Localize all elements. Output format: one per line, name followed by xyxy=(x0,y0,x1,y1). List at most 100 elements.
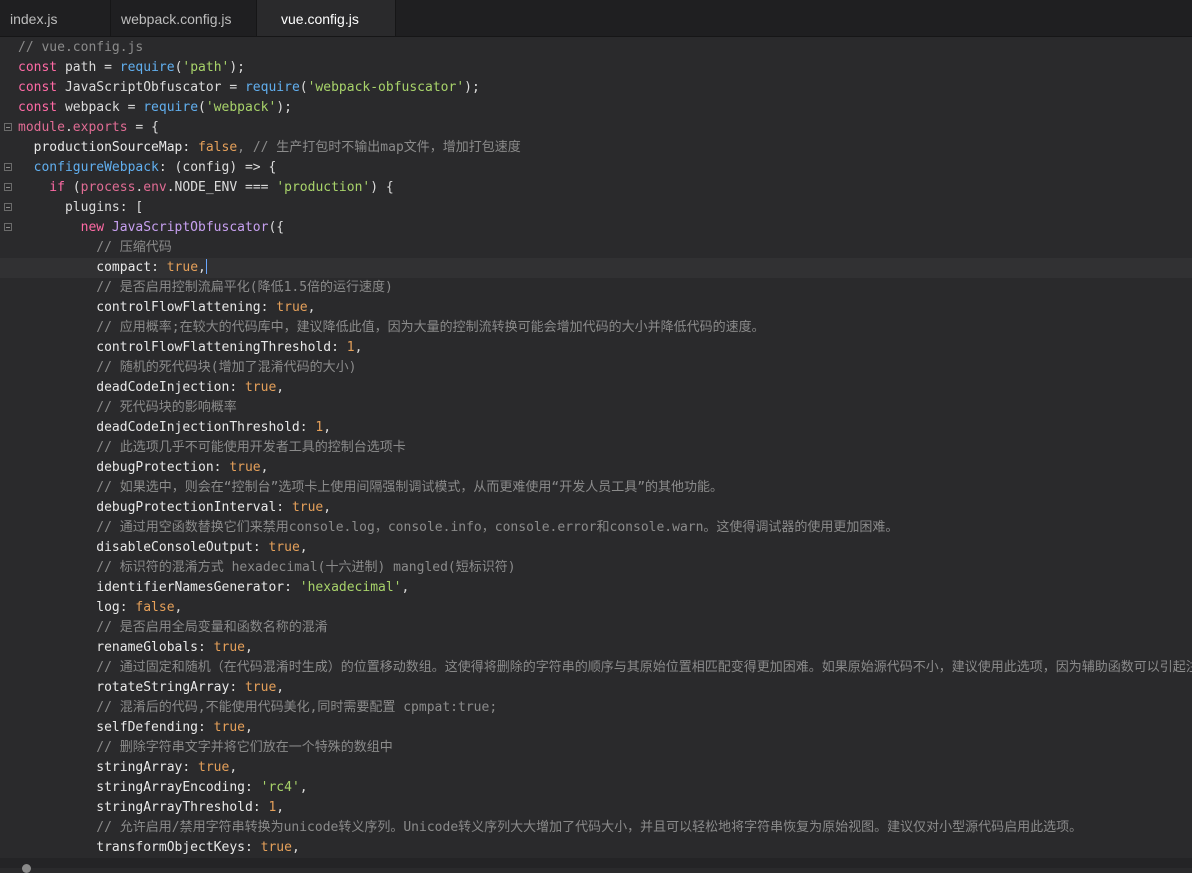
keyword: exports xyxy=(72,120,128,135)
code-line: deadCodeInjectionThreshold: 1, xyxy=(0,418,1192,438)
fold-toggle-icon[interactable] xyxy=(4,203,12,211)
tab-bar: index.js webpack.config.js vue.config.js xyxy=(0,0,1192,37)
keyword: const xyxy=(18,100,58,115)
code-editor[interactable]: // vue.config.js const path = require('p… xyxy=(0,38,1192,868)
code-text: : xyxy=(229,380,245,395)
code-text: , xyxy=(299,540,308,555)
comment: // 如果选中，则会在“控制台”选项卡上使用间隔强制调试模式，从而更难使用“开发… xyxy=(18,480,724,495)
code-text: : xyxy=(331,340,347,355)
code-line: deadCodeInjection: true, xyxy=(0,378,1192,398)
comment: // vue.config.js xyxy=(18,40,144,55)
keyword: env xyxy=(143,180,167,195)
code-text: : xyxy=(284,580,300,595)
code-text: : xyxy=(213,460,230,475)
code-line: selfDefending: true, xyxy=(0,718,1192,738)
string-literal: 'webpack' xyxy=(205,100,277,115)
property-name: configureWebpack xyxy=(18,160,159,175)
code-line: controlFlowFlatteningThreshold: 1, xyxy=(0,338,1192,358)
code-text: . xyxy=(64,120,73,135)
property-name: transformObjectKeys xyxy=(18,840,245,855)
comment: // 混淆后的代码,不能使用代码美化,同时需要配置 cpmpat:true; xyxy=(18,700,498,715)
code-text: , xyxy=(174,600,183,615)
code-text: ) { xyxy=(370,180,394,195)
code-line: const path = require('path'); xyxy=(18,60,246,75)
code-text: : xyxy=(229,680,245,695)
boolean-literal: true xyxy=(291,500,324,515)
code-text: : xyxy=(276,500,292,515)
code-text: , xyxy=(307,300,316,315)
boolean-literal: true xyxy=(229,460,261,475)
code-text: : xyxy=(299,420,316,435)
code-line: plugins: [ xyxy=(0,198,1192,218)
comment: // 通过固定和随机（在代码混淆时生成）的位置移动数组。这使得将删除的字符串的顺… xyxy=(18,660,1192,675)
code-line: // 此选项几乎不可能使用开发者工具的控制台选项卡 xyxy=(0,438,1192,458)
comment: // 应用概率;在较大的代码库中，建议降低此值，因为大量的控制流转换可能会增加代… xyxy=(18,320,765,335)
code-line: // 删除字符串文字并将它们放在一个特殊的数组中 xyxy=(0,738,1192,758)
text-cursor xyxy=(205,259,207,274)
tab-webpack-config-js[interactable]: webpack.config.js xyxy=(111,0,257,36)
code-line: // 是否启用控制流扁平化(降低1.5倍的运行速度) xyxy=(0,278,1192,298)
code-line: // 如果选中，则会在“控制台”选项卡上使用间隔强制调试模式，从而更难使用“开发… xyxy=(0,478,1192,498)
code-text: , xyxy=(244,640,253,655)
code-line: identifierNamesGenerator: 'hexadecimal', xyxy=(0,578,1192,598)
code-text: : xyxy=(182,140,199,155)
fold-toggle-icon[interactable] xyxy=(4,163,12,171)
code-text: , xyxy=(198,260,206,275)
status-indicator-icon xyxy=(22,864,31,873)
boolean-literal: false xyxy=(198,140,238,155)
code-line-current: compact: true, xyxy=(0,258,1192,278)
code-text: : xyxy=(198,640,214,655)
code-text: : (config) => { xyxy=(158,160,277,175)
boolean-literal: true xyxy=(244,380,277,395)
code-line: transformObjectKeys: true, xyxy=(0,838,1192,858)
tab-index-js[interactable]: index.js xyxy=(0,0,111,36)
code-text: : xyxy=(119,600,136,615)
string-literal: 'path' xyxy=(182,60,230,75)
property-name: selfDefending xyxy=(18,720,199,735)
code-text: : xyxy=(252,540,269,555)
code-line: // 通过固定和随机（在代码混淆时生成）的位置移动数组。这使得将删除的字符串的顺… xyxy=(0,658,1192,678)
tab-vue-config-js[interactable]: vue.config.js xyxy=(257,0,396,36)
code-line: // 压缩代码 xyxy=(0,238,1192,258)
property-name: debugProtection xyxy=(18,460,214,475)
code-text: ({ xyxy=(268,220,285,235)
code-line: stringArrayEncoding: 'rc4', xyxy=(0,778,1192,798)
code-line: debugProtection: true, xyxy=(0,458,1192,478)
code-text: , xyxy=(323,420,332,435)
property-name: controlFlowFlattening xyxy=(18,300,261,315)
keyword: process xyxy=(80,180,136,195)
comment: // 随机的死代码块(增加了混淆代码的大小) xyxy=(18,360,357,375)
boolean-literal: true xyxy=(268,540,300,555)
code-text: , xyxy=(276,680,285,695)
comment: // 压缩代码 xyxy=(18,240,172,255)
code-text: plugins: [ xyxy=(18,200,144,215)
code-text: : xyxy=(244,840,261,855)
keyword: const xyxy=(18,60,58,75)
property-name: compact xyxy=(18,260,152,275)
fold-toggle-icon[interactable] xyxy=(4,223,12,231)
comment: // 此选项几乎不可能使用开发者工具的控制台选项卡 xyxy=(18,440,406,455)
code-text: , xyxy=(354,340,363,355)
boolean-literal: true xyxy=(213,720,245,735)
fold-toggle-icon[interactable] xyxy=(4,123,12,131)
code-text: : xyxy=(244,780,261,795)
code-line: productionSourceMap: false, // 生产打包时不输出m… xyxy=(0,138,1192,158)
code-line: // vue.config.js xyxy=(0,38,1192,58)
code-line: debugProtectionInterval: true, xyxy=(0,498,1192,518)
code-text: ); xyxy=(464,80,480,95)
comment: // 是否启用控制流扁平化(降低1.5倍的运行速度) xyxy=(18,280,393,295)
property-name: deadCodeInjectionThreshold xyxy=(18,420,300,435)
boolean-literal: true xyxy=(260,840,292,855)
property-name: rotateStringArray xyxy=(18,680,230,695)
function-name: require xyxy=(143,100,199,115)
comment: // 标识符的混淆方式 hexadecimal(十六进制) mangled(短标… xyxy=(18,560,516,575)
keyword: new xyxy=(18,220,105,235)
fold-toggle-icon[interactable] xyxy=(4,183,12,191)
comment: // 删除字符串文字并将它们放在一个特殊的数组中 xyxy=(18,740,393,755)
code-line: module.exports = { xyxy=(0,118,1192,138)
string-literal: 'hexadecimal' xyxy=(299,580,402,595)
code-text: , xyxy=(276,380,285,395)
code-text: : xyxy=(198,720,214,735)
code-text: JavaScriptObfuscator = xyxy=(57,80,245,95)
keyword: module xyxy=(18,120,65,135)
